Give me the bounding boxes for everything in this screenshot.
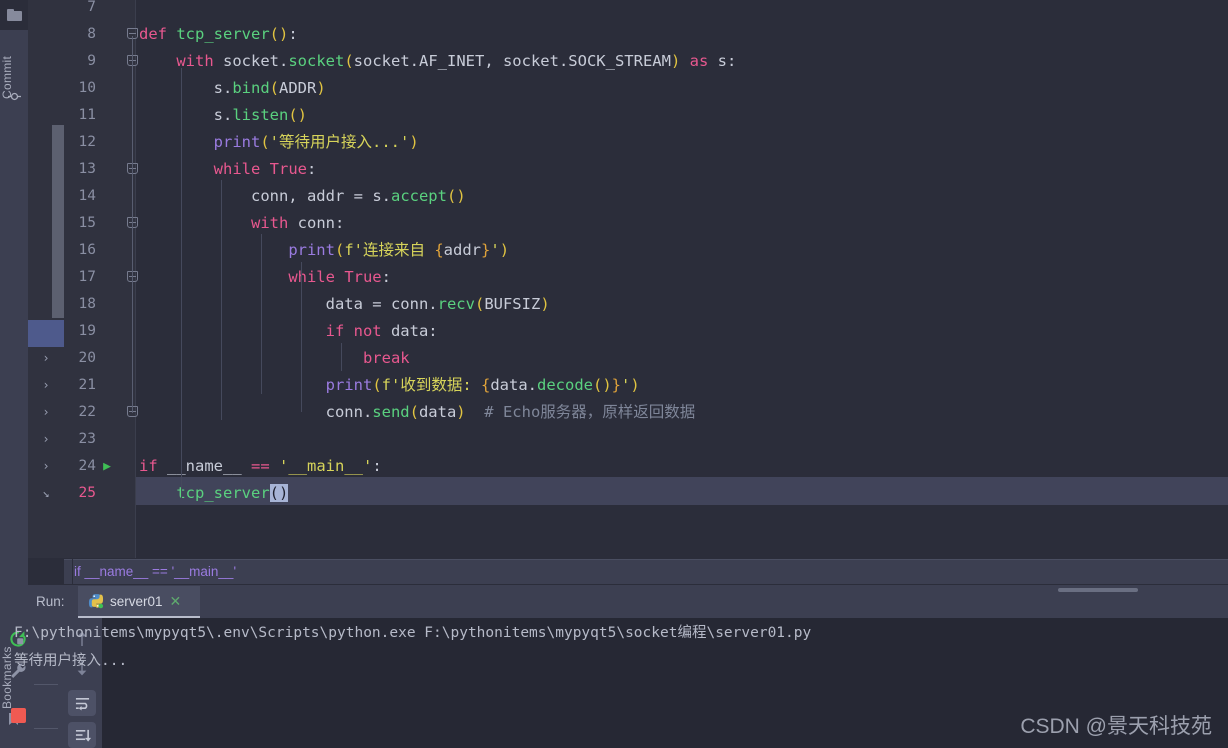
code-line[interactable]: 9 with socket.socket(socket.AF_INET, soc… xyxy=(0,48,1228,75)
code-text: tcp_server() xyxy=(176,484,289,502)
code-text: while True: xyxy=(213,160,317,178)
line-number: 17 xyxy=(78,269,96,285)
line-number: 8 xyxy=(87,26,96,42)
run-tab-server01[interactable]: server01 ✕ xyxy=(78,586,200,616)
indent-guide xyxy=(301,262,302,412)
code-text: print(f'连接来自 {addr}') xyxy=(288,241,510,259)
line-number: 10 xyxy=(78,80,96,96)
line-number: 16 xyxy=(78,242,96,258)
line-number: 23 xyxy=(78,431,96,447)
code-line[interactable]: 15 with conn: xyxy=(0,210,1228,237)
pycharm-window: Commit Bookmarks 7 8 def tcp_server(): 9 wi… xyxy=(0,0,1228,748)
console-line: F:\pythonitems\mypyqt5\.env\Scripts\pyth… xyxy=(14,625,812,641)
toolbar-divider-1 xyxy=(34,684,58,685)
code-text: s.bind(ADDR) xyxy=(139,79,326,97)
line-number: 14 xyxy=(78,188,96,204)
line-number: 18 xyxy=(78,296,96,312)
code-line[interactable]: 10 s.bind(ADDR) xyxy=(0,75,1228,102)
line-number: 19 xyxy=(78,323,96,339)
stop-button[interactable] xyxy=(5,702,31,728)
code-text: while True: xyxy=(288,268,391,286)
horizontal-scrollbar-thumb[interactable] xyxy=(1058,588,1138,592)
line-number: 25 xyxy=(78,485,96,501)
code-line[interactable]: 22 › conn.send(data) # Echo服务器，原样返回数据 xyxy=(0,399,1228,426)
vcs-change-marker[interactable]: › xyxy=(40,399,52,426)
line-number: 15 xyxy=(78,215,96,231)
code-line[interactable]: 13 while True: xyxy=(0,156,1228,183)
line-number: 13 xyxy=(78,161,96,177)
code-text: conn.send(data) # Echo服务器，原样返回数据 xyxy=(139,403,696,421)
indent-guide xyxy=(221,180,222,420)
code-text: def tcp_server(): xyxy=(139,25,298,43)
vcs-change-marker[interactable]: ↘ xyxy=(40,480,52,507)
scroll-to-end-icon xyxy=(75,729,91,742)
code-line[interactable]: 8 def tcp_server(): xyxy=(0,21,1228,48)
code-text: if not data: xyxy=(325,322,438,340)
run-tab-label: server01 xyxy=(110,593,163,609)
vcs-change-marker[interactable]: › xyxy=(40,426,52,453)
code-text: print(f'收到数据: {data.decode()}') xyxy=(325,376,640,394)
fold-connector-line xyxy=(132,36,133,283)
soft-wrap-button[interactable] xyxy=(68,690,96,716)
code-line[interactable]: 19 if not data: xyxy=(0,318,1228,345)
run-window-label: Run: xyxy=(36,594,65,609)
indent-guide xyxy=(181,68,182,498)
code-line[interactable]: 14 conn, addr = s.accept() xyxy=(0,183,1228,210)
code-line[interactable]: 21 › print(f'收到数据: {data.decode()}') xyxy=(0,372,1228,399)
code-line[interactable]: 20 › break xyxy=(0,345,1228,372)
breadcrumb-divider xyxy=(72,559,73,585)
code-line[interactable]: 7 xyxy=(0,0,1228,21)
code-line[interactable]: 12 print('等待用户接入...') xyxy=(0,129,1228,156)
console-line: 等待用户接入... xyxy=(14,653,128,669)
code-text: with conn: xyxy=(250,214,345,232)
line-number: 24 xyxy=(78,458,96,474)
line-number: 9 xyxy=(87,53,96,69)
code-line[interactable]: 23 › xyxy=(0,426,1228,453)
code-line[interactable]: 17 while True: xyxy=(0,264,1228,291)
watermark: CSDN @景天科技苑 xyxy=(1020,715,1212,738)
code-text: s.listen() xyxy=(139,106,307,124)
python-icon xyxy=(88,593,104,609)
breadcrumb[interactable]: if __name__ == '__main__' xyxy=(74,559,236,585)
line-number: 22 xyxy=(78,404,96,420)
line-number: 21 xyxy=(78,377,96,393)
code-line[interactable]: 18 data = conn.recv(BUFSIZ) xyxy=(0,291,1228,318)
scroll-to-end-button[interactable] xyxy=(68,722,96,748)
vcs-change-marker[interactable]: › xyxy=(40,453,52,480)
breadcrumb-bar xyxy=(64,559,1228,585)
stop-icon xyxy=(10,707,26,723)
vcs-change-marker[interactable]: › xyxy=(40,372,52,399)
line-number: 11 xyxy=(78,107,96,123)
line-number: 7 xyxy=(87,0,96,15)
code-text: conn, addr = s.accept() xyxy=(139,187,466,205)
line-number: 20 xyxy=(78,350,96,366)
code-line[interactable]: 24 › ▶ if __name__ == '__main__': xyxy=(0,453,1228,480)
code-line[interactable]: 11 s.listen() xyxy=(0,102,1228,129)
code-text: break xyxy=(362,349,410,367)
toolbar-divider-2 xyxy=(34,728,58,729)
run-gutter-arrow[interactable]: ▶ xyxy=(100,453,114,480)
soft-wrap-icon xyxy=(75,697,89,710)
code-line[interactable]: 25 ↘ tcp_server() xyxy=(0,480,1228,507)
code-text: if __name__ == '__main__': xyxy=(139,457,382,475)
vcs-change-marker[interactable]: › xyxy=(40,345,52,372)
line-number: 12 xyxy=(78,134,96,150)
fold-connector-line xyxy=(132,283,133,413)
indent-guide xyxy=(261,234,262,394)
code-line[interactable]: 16 print(f'连接来自 {addr}') xyxy=(0,237,1228,264)
code-text: with socket.socket(socket.AF_INET, socke… xyxy=(176,52,737,70)
indent-guide xyxy=(341,343,342,371)
close-icon[interactable]: ✕ xyxy=(170,594,182,608)
code-text: data = conn.recv(BUFSIZ) xyxy=(139,295,550,313)
